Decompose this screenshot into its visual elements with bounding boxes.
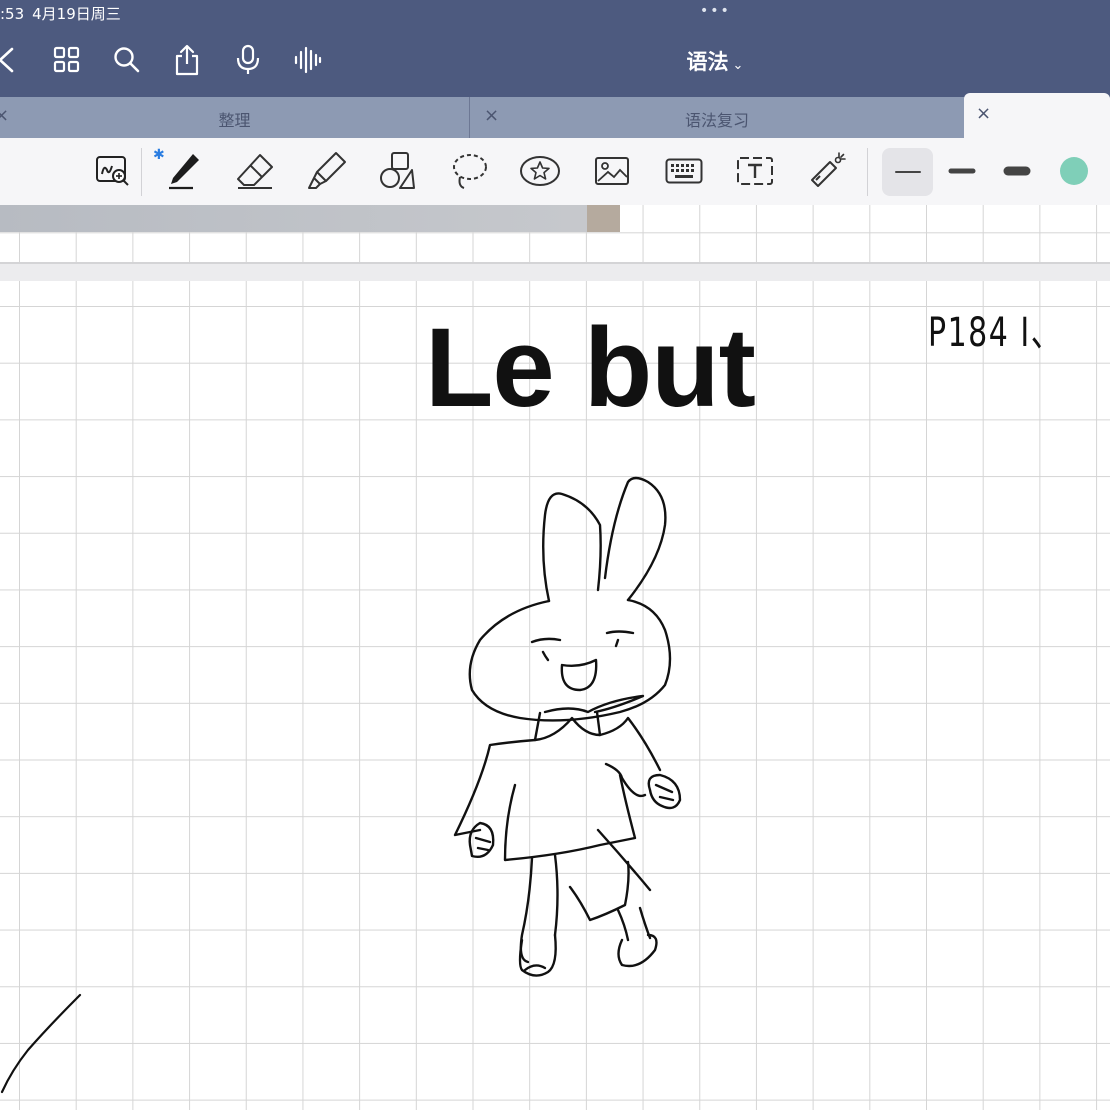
page-gap xyxy=(0,262,1110,281)
previous-page-image xyxy=(0,205,620,232)
notebook-title-text: 语法 xyxy=(686,50,729,74)
audio-wave-icon[interactable] xyxy=(288,40,328,80)
toolbar-divider xyxy=(867,148,868,196)
handwritten-note: P184 I、 xyxy=(928,310,1063,356)
document-tabs: × 整理 × 语法复习 × xyxy=(0,93,1110,138)
notebook-title[interactable]: 语法 ⌄ xyxy=(660,46,770,76)
shapes-icon[interactable] xyxy=(374,148,420,194)
grid-icon[interactable] xyxy=(47,40,87,80)
page-heading: Le but xyxy=(425,305,756,430)
status-bar: :53 4月19日周三 xyxy=(0,3,121,24)
search-icon[interactable] xyxy=(107,40,147,80)
lasso-icon[interactable] xyxy=(446,148,492,194)
share-icon[interactable] xyxy=(167,40,207,80)
stroke-width-medium[interactable] xyxy=(939,148,985,194)
color-swatch-dot xyxy=(1060,157,1088,185)
ink-stroke xyxy=(0,993,82,1094)
status-time: :53 xyxy=(0,5,25,23)
sticker-icon[interactable] xyxy=(517,148,563,194)
chevron-down-icon: ⌄ xyxy=(732,58,744,73)
close-icon[interactable]: × xyxy=(976,103,991,124)
multitask-dots[interactable]: ••• xyxy=(700,3,731,19)
tab-current[interactable]: × xyxy=(964,93,1110,138)
zoom-window-icon[interactable] xyxy=(90,148,136,194)
tab-yufa-fuxi[interactable]: × 语法复习 xyxy=(470,97,964,138)
stroke-width-thick[interactable] xyxy=(994,148,1040,194)
tab-zhengli[interactable]: × 整理 xyxy=(0,97,470,138)
toolbar-divider xyxy=(141,148,142,196)
pen-icon[interactable] xyxy=(160,148,206,194)
color-swatch[interactable] xyxy=(1051,148,1097,194)
eraser-icon[interactable] xyxy=(232,148,278,194)
back-icon[interactable] xyxy=(0,40,26,80)
rabbit-drawing xyxy=(453,476,682,977)
image-edge xyxy=(587,205,620,232)
microphone-icon[interactable] xyxy=(228,40,268,80)
text-box-icon[interactable] xyxy=(732,148,778,194)
highlighter-icon[interactable] xyxy=(304,148,350,194)
tab-label: 整理 xyxy=(218,111,251,130)
laser-pointer-icon[interactable] xyxy=(804,148,850,194)
keyboard-icon[interactable] xyxy=(661,148,707,194)
top-bar: :53 4月19日周三 ••• 语法 ⌄ xyxy=(0,0,1110,97)
stroke-width-thin[interactable] xyxy=(882,148,933,196)
tab-label: 语法复习 xyxy=(684,111,749,130)
image-icon[interactable] xyxy=(589,148,635,194)
status-date: 4月19日周三 xyxy=(32,5,121,23)
